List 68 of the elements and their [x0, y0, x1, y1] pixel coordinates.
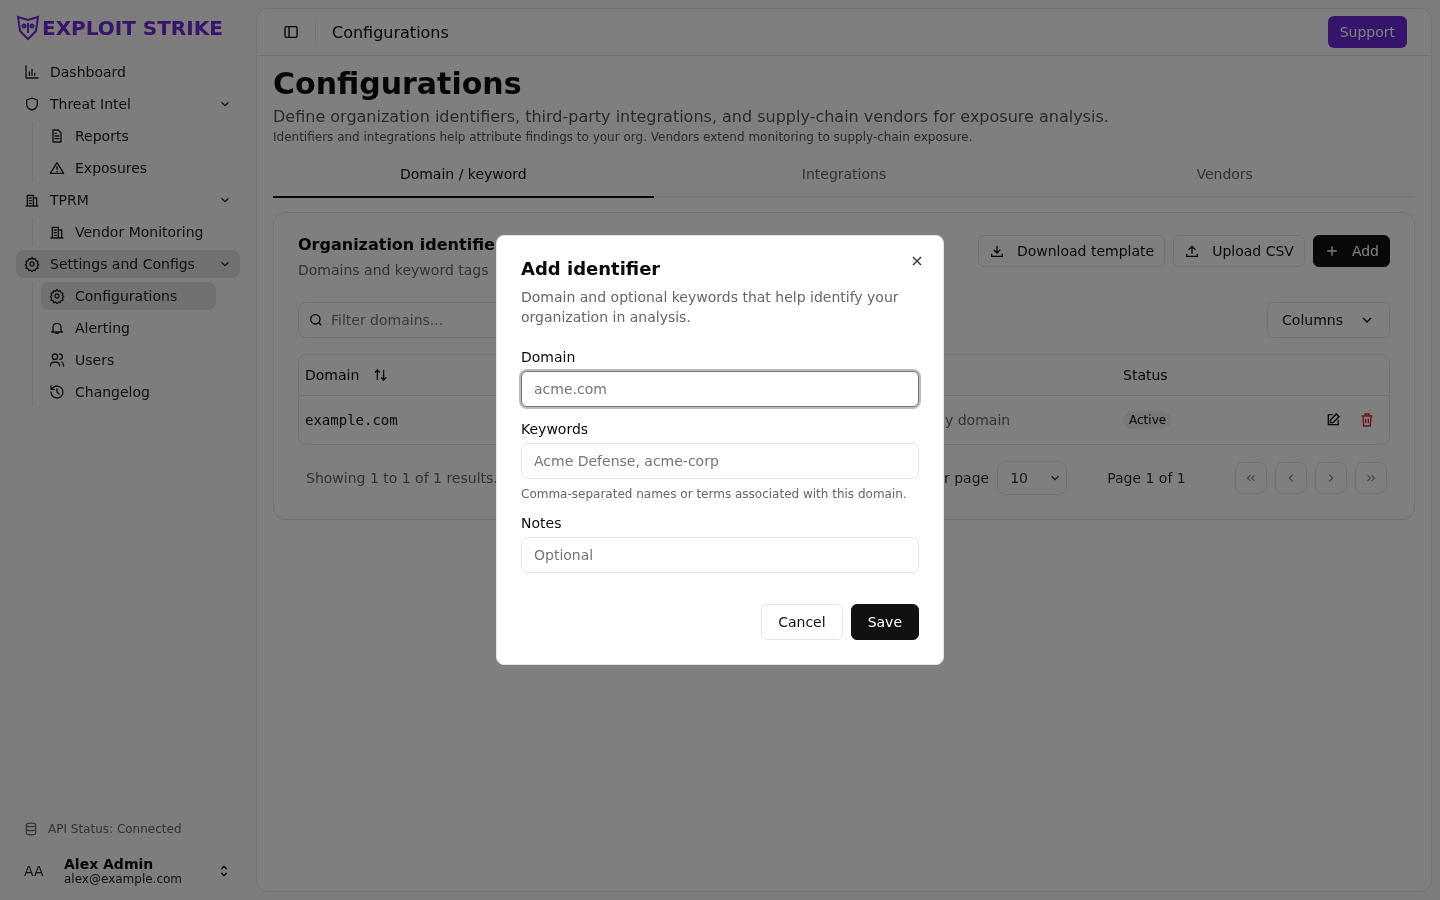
- nav-item[interactable]: Alerting: [41, 314, 216, 342]
- avatar-initials: AA: [24, 863, 45, 879]
- page-indicator: Page 1 of 1: [1107, 470, 1187, 486]
- nav-item[interactable]: Threat Intel: [16, 90, 240, 118]
- building-icon: [24, 192, 40, 208]
- document-icon: [49, 128, 65, 144]
- rows-per-page-label: r page: [944, 470, 990, 486]
- users-icon: [49, 352, 65, 368]
- status-badge: Active: [1123, 411, 1173, 429]
- nav-item[interactable]: Users: [41, 346, 216, 374]
- column-header: Status: [1123, 367, 1168, 383]
- nav-item[interactable]: Changelog: [41, 378, 216, 406]
- cancel-button[interactable]: Cancel: [761, 604, 843, 640]
- warning-icon: [49, 160, 65, 176]
- download-template-button[interactable]: Download template: [977, 235, 1166, 267]
- sort-icon[interactable]: [373, 367, 389, 383]
- field-label: Notes: [521, 515, 563, 531]
- upload-icon: [1184, 243, 1201, 259]
- settings-icon: [24, 256, 40, 272]
- nav-item[interactable]: TPRM: [16, 186, 240, 214]
- shield-icon: [24, 96, 40, 112]
- breadcrumb: Configurations: [332, 22, 449, 42]
- shield-logo-icon: [16, 15, 40, 41]
- dialog-title: Add identifier: [521, 258, 662, 279]
- page-subtitle: Define organization identifiers, third-party integrations, and supply-chain vendors for exposure analysis.: [273, 107, 1110, 126]
- user-menu[interactable]: AA Alex Admin alex@example.com: [16, 836, 240, 886]
- trash-icon[interactable]: [1359, 412, 1375, 428]
- page-title: Configurations: [273, 66, 523, 101]
- nav-item[interactable]: Settings and Configs: [16, 250, 240, 278]
- card-title: Organization identifie: [298, 235, 495, 254]
- column-header[interactable]: Domain: [305, 367, 360, 383]
- tab[interactable]: Vendors: [1034, 158, 1415, 198]
- api-status: API Status: Connected: [48, 822, 182, 836]
- nav-item[interactable]: Vendor Monitoring: [41, 218, 216, 246]
- nav-item[interactable]: Configurations: [41, 282, 216, 310]
- search-icon: [308, 312, 324, 328]
- sidebar-toggle-icon[interactable]: [283, 24, 299, 40]
- user-name: Alex Admin: [64, 856, 155, 872]
- database-icon: [24, 822, 38, 836]
- download-icon: [988, 243, 1005, 259]
- settings-icon: [49, 288, 65, 304]
- support-button[interactable]: Support: [1327, 16, 1407, 48]
- user-email: alex@example.com: [64, 872, 184, 886]
- tab[interactable]: Integrations: [653, 158, 1035, 198]
- tab[interactable]: Domain / keyword: [273, 158, 654, 198]
- results-summary: Showing 1 to 1 of 1 results.: [305, 470, 499, 486]
- nav-item[interactable]: Exposures: [41, 154, 216, 182]
- field-label: Domain: [521, 349, 577, 365]
- card-description: Domains and keyword tags: [298, 262, 489, 278]
- brand-name: EXPLOIT STRIKE: [42, 16, 223, 40]
- bell-icon: [49, 320, 65, 336]
- building-icon: [49, 224, 65, 240]
- nav-item[interactable]: Dashboard: [16, 58, 240, 86]
- table-cell-text: example.com: [304, 412, 399, 428]
- bar-chart-icon: [24, 64, 40, 80]
- edit-icon[interactable]: [1325, 412, 1341, 428]
- field-hint: Comma-separated names or terms associated with this domain.: [521, 487, 908, 501]
- table-cell-text: y domain: [944, 412, 1012, 428]
- rows-per-page-select[interactable]: 10: [997, 461, 1068, 495]
- field-label: Keywords: [521, 421, 590, 437]
- upload-csv-button[interactable]: Upload CSV: [1173, 235, 1305, 267]
- history-icon: [49, 384, 65, 400]
- add-button[interactable]: Add: [1312, 235, 1390, 267]
- input-field[interactable]: acme.com: [521, 371, 919, 407]
- page-note: Identifiers and integrations help attribute findings to your org. Vendors extend monitoring to supply-chain exposure.: [273, 130, 974, 144]
- columns-button[interactable]: Columns: [1267, 302, 1390, 338]
- save-button[interactable]: Save: [850, 604, 919, 640]
- nav-item[interactable]: Reports: [41, 122, 216, 150]
